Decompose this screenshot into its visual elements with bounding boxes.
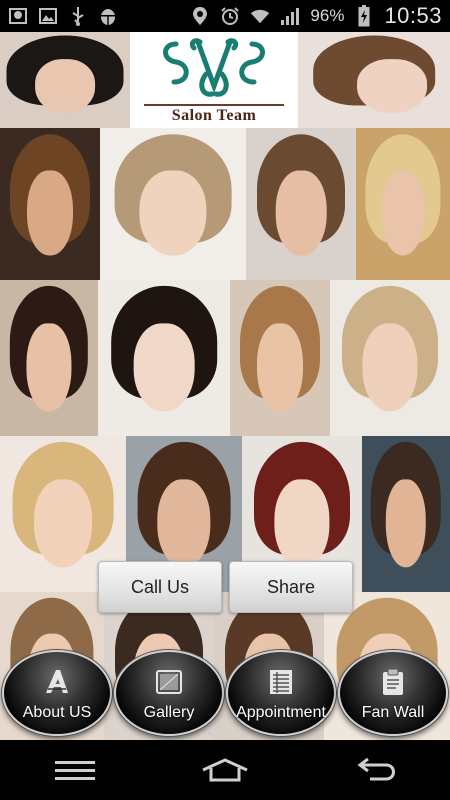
system-navigation-bar <box>0 740 450 800</box>
image-icon <box>38 6 58 26</box>
battery-percent: 96% <box>310 6 345 25</box>
nav-label: About US <box>22 704 92 721</box>
hairstyle-photo <box>330 280 450 436</box>
hairstyle-photo <box>0 280 98 436</box>
nav-label: Gallery <box>143 704 195 721</box>
wifi-icon <box>250 6 270 26</box>
fan-wall-clipboard-icon <box>377 666 409 698</box>
hairstyle-photo <box>98 280 230 436</box>
nav-label: Appointment <box>236 704 326 721</box>
hairstyle-photo <box>100 128 246 280</box>
hairstyle-photo <box>356 128 450 280</box>
android-debug-icon <box>98 6 118 26</box>
recent-apps-icon[interactable] <box>45 750 105 790</box>
hairstyle-photo <box>0 128 100 280</box>
hairstyle-photo <box>362 436 450 592</box>
alarm-icon <box>220 6 240 26</box>
appointment-list-icon <box>265 666 297 698</box>
nav-fan-wall-button[interactable]: Fan Wall <box>338 650 448 736</box>
salon-monogram-icon <box>163 38 265 97</box>
signal-icon <box>280 6 300 26</box>
clock: 10:53 <box>384 3 442 28</box>
nav-about-us-button[interactable]: About US <box>2 650 112 736</box>
nav-label: Fan Wall <box>361 704 425 721</box>
gallery-icon <box>153 666 185 698</box>
share-button[interactable]: Share <box>229 561 353 613</box>
call-us-button[interactable]: Call Us <box>98 561 222 613</box>
page-indicator-dot <box>208 731 213 736</box>
usb-icon <box>68 6 88 26</box>
logo-divider <box>144 104 284 106</box>
battery-icon <box>354 5 374 27</box>
salon-logo: Salon Team <box>130 32 298 128</box>
location-icon <box>190 6 210 26</box>
hairstyle-gallery-collage: Salon Team <box>0 32 450 740</box>
hairstyle-photo <box>298 32 450 128</box>
salon-name: Salon Team <box>171 107 257 124</box>
hairstyle-photo <box>230 280 330 436</box>
nav-appointment-button[interactable]: Appointment <box>226 650 336 736</box>
home-icon[interactable] <box>195 750 255 790</box>
hairstyle-photo <box>0 32 130 128</box>
about-logo-icon <box>41 666 73 698</box>
nav-gallery-button[interactable]: Gallery <box>114 650 224 736</box>
back-icon[interactable] <box>345 750 405 790</box>
photo-icon <box>8 6 28 26</box>
hairstyle-photo <box>246 128 356 280</box>
status-bar: 96% 10:53 <box>0 0 450 32</box>
